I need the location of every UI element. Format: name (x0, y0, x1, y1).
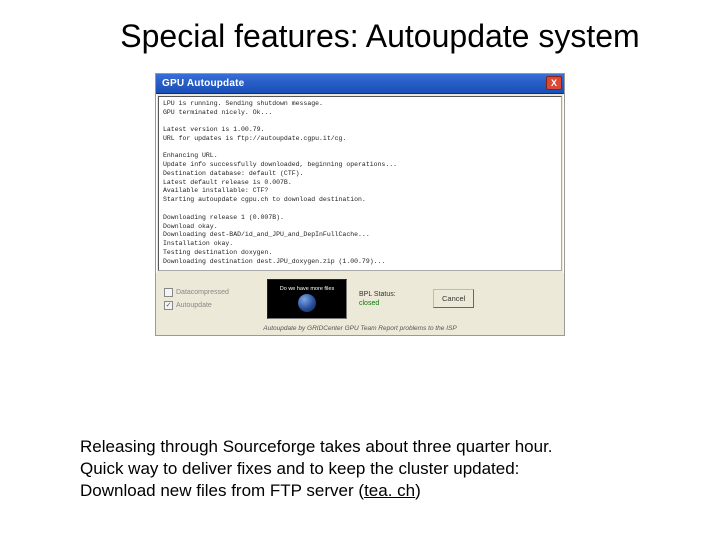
checkbox-datacompressed[interactable]: Datacompressed (164, 288, 259, 297)
caption-link[interactable]: tea. ch (364, 481, 415, 500)
globe-panel: Do we have more files (267, 279, 347, 319)
status-group: BPL Status: closed (355, 291, 425, 307)
slide-title: Special features: Autoupdate system (0, 0, 720, 65)
caption-line2: Quick way to deliver fixes and to keep t… (80, 459, 519, 478)
window-titlebar: GPU Autoupdate X (156, 74, 564, 94)
autoupdate-window: GPU Autoupdate X LPU is running. Sending… (155, 73, 565, 336)
globe-caption: Do we have more files (280, 286, 334, 292)
caption-line3-pre: Download new files from FTP server ( (80, 481, 364, 500)
close-button[interactable]: X (546, 76, 562, 90)
caption-line1: Releasing through Sourceforge takes abou… (80, 437, 553, 456)
window-title-text: GPU Autoupdate (162, 78, 244, 89)
checkbox-label: Datacompressed (176, 289, 229, 296)
bottom-panel: Datacompressed ✓ Autoupdate Do we have m… (156, 273, 564, 323)
update-log: LPU is running. Sending shutdown message… (158, 96, 562, 271)
window-footer: Autoupdate by GRIDCenter GPU Team Report… (156, 323, 564, 335)
status-label: BPL Status: (359, 291, 425, 298)
checkbox-icon (164, 288, 173, 297)
close-icon: X (551, 79, 557, 88)
globe-icon (298, 294, 316, 312)
slide-caption: Releasing through Sourceforge takes abou… (80, 436, 660, 502)
caption-line3-post: ) (415, 481, 421, 500)
checkbox-autoupdate[interactable]: ✓ Autoupdate (164, 301, 259, 310)
options-group: Datacompressed ✓ Autoupdate (164, 288, 259, 310)
cancel-button[interactable]: Cancel (433, 289, 474, 308)
status-value: closed (359, 300, 425, 307)
checkbox-icon: ✓ (164, 301, 173, 310)
checkbox-label: Autoupdate (176, 302, 212, 309)
